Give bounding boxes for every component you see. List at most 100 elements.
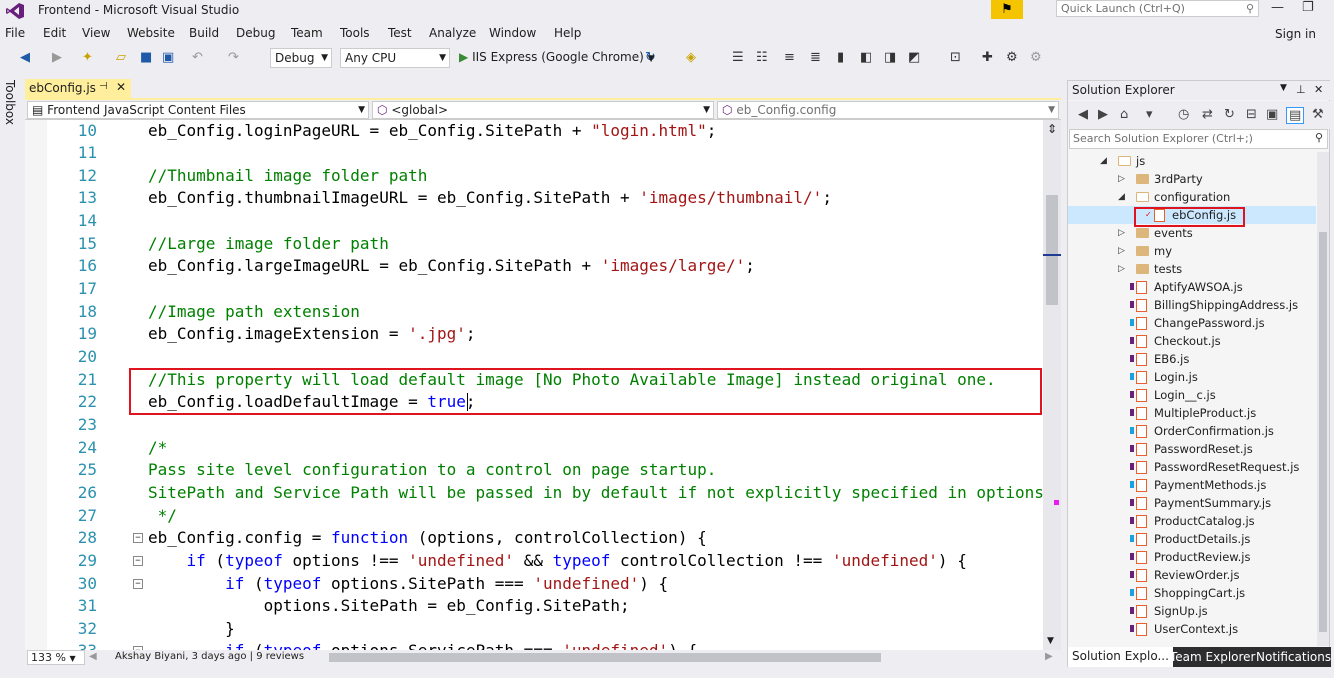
quick-launch-input[interactable]: Quick Launch (Ctrl+Q) ⚲	[1056, 0, 1259, 17]
project-dropdown[interactable]: ▤ Frontend JavaScript Content Files ▼	[27, 101, 369, 119]
menu-analyze[interactable]: Analyze	[429, 26, 476, 40]
code-line[interactable]: 31 options.SitePath = eb_Config.SitePath…	[25, 595, 1045, 618]
code-line[interactable]: 13 eb_Config.thumbnailImageURL = eb_Confi…	[25, 187, 1045, 210]
codelens-blame[interactable]: Akshay Biyani, 3 days ago | 9 reviews	[115, 651, 304, 662]
scrollbar-thumb[interactable]	[1046, 195, 1058, 305]
code-line[interactable]: 30 − if (typeof options.SitePath === 'und…	[25, 573, 1045, 596]
properties-icon[interactable]: ⚒	[1312, 107, 1324, 122]
menu-team[interactable]: Team	[291, 26, 323, 40]
menu-help[interactable]: Help	[554, 26, 581, 40]
menu-website[interactable]: Website	[127, 26, 175, 40]
pin-icon[interactable]: ⊥	[1296, 83, 1306, 96]
code-line[interactable]: 10 eb_Config.loginPageURL = eb_Config.Sit…	[25, 120, 1045, 142]
close-icon[interactable]: ✕	[116, 80, 126, 94]
code-line[interactable]: 15 //Large image folder path	[25, 233, 1045, 256]
collapse-region-icon[interactable]: −	[133, 533, 143, 544]
scroll-right-icon[interactable]: ▶	[1045, 651, 1053, 662]
collapse-region-icon[interactable]: −	[133, 578, 143, 589]
sync-icon[interactable]: ⇄	[1202, 107, 1213, 122]
menu-edit[interactable]: Edit	[43, 26, 66, 40]
close-icon[interactable]: ✕	[1314, 83, 1323, 96]
tree-file[interactable]: ProductReview.js	[1068, 548, 1316, 566]
open-file-icon[interactable]: ▱	[116, 50, 126, 65]
tree-file[interactable]: AptifyAWSOA.js	[1068, 278, 1316, 296]
menu-test[interactable]: Test	[388, 26, 412, 40]
tree-file[interactable]: ProductCatalog.js	[1068, 512, 1316, 530]
code-line[interactable]: 24 /*	[25, 437, 1045, 460]
code-line[interactable]: 18 //Image path extension	[25, 301, 1045, 324]
scope-dropdown[interactable]: ⬡ <global> ▼	[372, 101, 714, 119]
code-line[interactable]: 16 eb_Config.largeImageURL = eb_Config.Si…	[25, 255, 1045, 278]
collapsed-arrow-icon[interactable]: ▷	[1118, 242, 1125, 260]
tree-file[interactable]: UserContext.js	[1068, 620, 1316, 638]
code-line[interactable]: 19 eb_Config.imageExtension = '.jpg';	[25, 323, 1045, 346]
expanded-arrow-icon[interactable]: ◢	[1100, 152, 1107, 170]
code-line[interactable]: 17	[25, 278, 1045, 301]
platform-select[interactable]: Any CPU ▼	[340, 48, 450, 68]
code-line[interactable]: 20	[25, 346, 1045, 369]
menu-debug[interactable]: Debug	[236, 26, 275, 40]
settings-icon[interactable]: ⚙	[1006, 50, 1018, 65]
uncomment-icon[interactable]: ☷	[756, 50, 768, 65]
start-debugging-button[interactable]: ▶ IIS Express (Google Chrome) ▼	[459, 50, 655, 64]
code-line[interactable]: 14	[25, 210, 1045, 233]
tree-file[interactable]: PasswordResetRequest.js	[1068, 458, 1316, 476]
scrollbar-thumb[interactable]	[1319, 232, 1327, 632]
collapse-all-icon[interactable]: ⊟	[1246, 107, 1257, 122]
menu-window[interactable]: Window	[489, 26, 536, 40]
editor-vertical-scrollbar[interactable]: ⇕ ▼	[1043, 120, 1061, 650]
show-all-files-icon[interactable]: ▣	[1266, 107, 1278, 122]
code-line[interactable]: 32 }	[25, 618, 1045, 641]
minimize-icon[interactable]: —	[1271, 0, 1284, 15]
indent-icon[interactable]: ≡	[784, 50, 795, 65]
collapsed-arrow-icon[interactable]: ▷	[1118, 224, 1125, 242]
tree-folder[interactable]: ▷ 3rdParty	[1068, 170, 1316, 188]
save-icon[interactable]: ■	[140, 50, 152, 65]
collapsed-arrow-icon[interactable]: ▷	[1118, 170, 1125, 188]
tab-team-explorer[interactable]: Team Explorer	[1170, 650, 1256, 664]
tree-file[interactable]: ProductDetails.js	[1068, 530, 1316, 548]
prev-bookmark-icon[interactable]: ◧	[860, 50, 872, 65]
expanded-arrow-icon[interactable]: ◢	[1118, 188, 1125, 206]
tree-file[interactable]: Login.js	[1068, 368, 1316, 386]
task-icon[interactable]: ⊡	[950, 50, 961, 65]
code-line[interactable]: 12 //Thumbnail image folder path	[25, 165, 1045, 188]
tree-folder[interactable]: ▷ my	[1068, 242, 1316, 260]
code-line[interactable]: 29 − if (typeof options !== 'undefined' &…	[25, 550, 1045, 573]
feedback-flag-icon[interactable]: ⚑	[991, 0, 1023, 19]
forward-icon[interactable]: ▶	[52, 50, 62, 65]
bookmark-icon[interactable]: ▮	[837, 50, 844, 65]
menu-build[interactable]: Build	[189, 26, 219, 40]
code-line[interactable]: 28 − eb_Config.config = function (options,…	[25, 527, 1045, 550]
new-project-icon[interactable]: ✦	[82, 50, 93, 65]
zoom-select[interactable]: 133 % ▼	[27, 650, 85, 665]
tree-file[interactable]: ShoppingCart.js	[1068, 584, 1316, 602]
horizontal-scrollbar-thumb[interactable]	[329, 653, 881, 662]
tab-solution-explorer[interactable]: Solution Explo...	[1068, 647, 1173, 667]
tree-folder[interactable]: ◢ configuration	[1068, 188, 1316, 206]
menu-tools[interactable]: Tools	[340, 26, 370, 40]
tree-file[interactable]: ChangePassword.js	[1068, 314, 1316, 332]
menu-view[interactable]: View	[82, 26, 110, 40]
save-all-icon[interactable]: ▣	[162, 50, 174, 65]
collapse-region-icon[interactable]: −	[133, 555, 143, 566]
solution-switcher-icon[interactable]: ▾	[1146, 107, 1153, 122]
code-line[interactable]: 11	[25, 142, 1045, 165]
tree-vertical-scrollbar[interactable]	[1317, 152, 1329, 646]
tree-file[interactable]: SignUp.js	[1068, 602, 1316, 620]
sign-in-link[interactable]: Sign in	[1275, 27, 1316, 41]
tree-file[interactable]: Login__c.js	[1068, 386, 1316, 404]
refresh-icon[interactable]: ↻	[1224, 107, 1235, 122]
scroll-left-icon[interactable]: ◀	[89, 651, 97, 662]
home-icon[interactable]: ⌂	[1120, 107, 1128, 122]
tree-file[interactable]: BillingShippingAddress.js	[1068, 296, 1316, 314]
outdent-icon[interactable]: ≣	[810, 50, 821, 65]
tree-folder[interactable]: ◢ js	[1068, 152, 1316, 170]
code-line[interactable]: 25 Pass site level configuration to a con…	[25, 459, 1045, 482]
next-bookmark-icon[interactable]: ◨	[884, 50, 896, 65]
tree-file[interactable]: OrderConfirmation.js	[1068, 422, 1316, 440]
restore-icon[interactable]: ❐	[1302, 0, 1314, 15]
redo-icon[interactable]: ↷	[228, 50, 239, 65]
tree-file[interactable]: PaymentMethods.js	[1068, 476, 1316, 494]
tree-file[interactable]: Checkout.js	[1068, 332, 1316, 350]
